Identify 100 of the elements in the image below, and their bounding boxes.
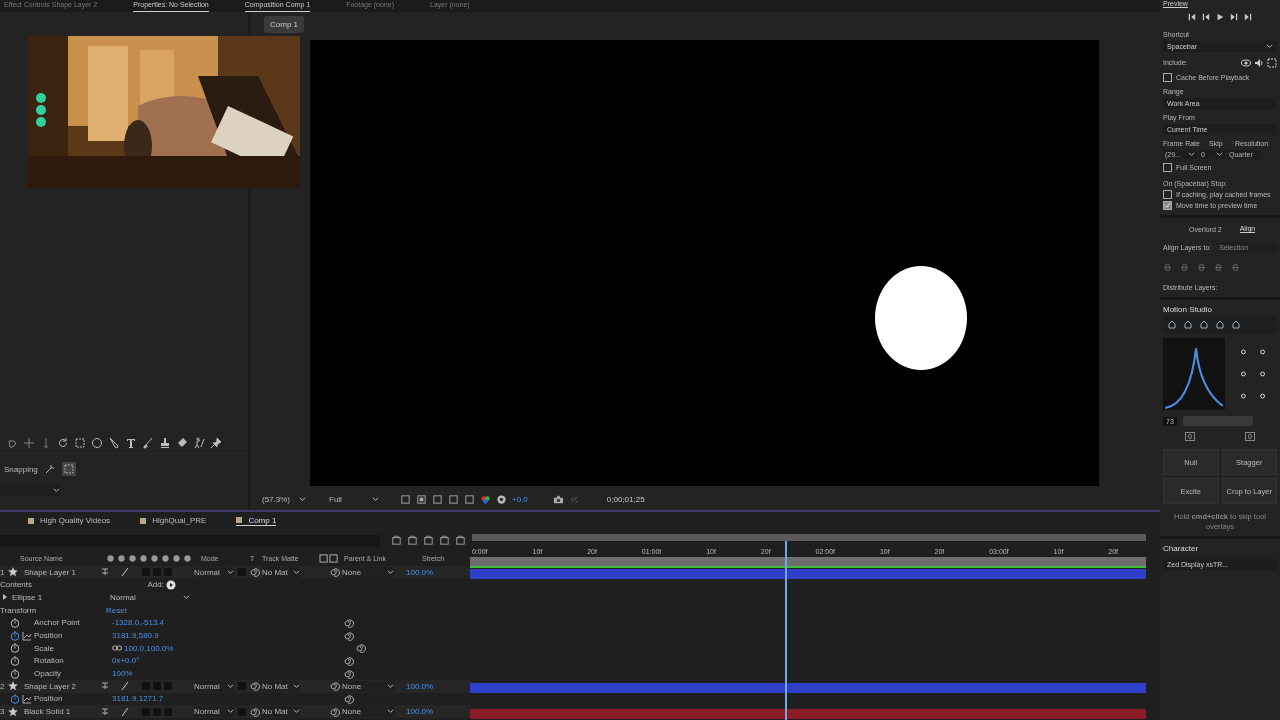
group-name[interactable]: Transform <box>0 605 106 615</box>
resolution-dropdown[interactable]: Full <box>327 492 381 507</box>
exposure-value[interactable]: +0.0 <box>512 494 528 504</box>
skip-forward-icon[interactable] <box>1230 13 1238 21</box>
property-value[interactable]: 3181.9,1271.7 <box>112 694 344 704</box>
zoom-dropdown[interactable]: (57.3%) <box>260 492 308 507</box>
eye-icon[interactable] <box>1241 57 1251 68</box>
pin-icon[interactable] <box>210 437 222 450</box>
skip-forward-icon[interactable] <box>1244 13 1252 21</box>
layer-name[interactable]: Shape Layer 1 <box>20 567 100 577</box>
timeline-tool-icon[interactable] <box>407 535 418 547</box>
exposure-icon[interactable] <box>496 493 507 505</box>
graph-icon[interactable] <box>22 693 32 704</box>
work-area-bar[interactable] <box>470 556 1146 568</box>
pickwhip-icon[interactable] <box>330 681 340 692</box>
mode-dropdown[interactable]: Normal <box>194 566 234 578</box>
pickwhip-icon[interactable] <box>356 643 366 654</box>
property-value[interactable]: 0x+0.0° <box>112 656 344 666</box>
pickwhip-icon[interactable] <box>344 655 354 666</box>
layer-name[interactable]: Shape Layer 2 <box>20 681 100 691</box>
timeline-tool-icon[interactable] <box>455 535 466 547</box>
stopwatch-icon[interactable] <box>10 643 20 654</box>
track-matte-dropdown[interactable]: No Mat <box>262 680 300 692</box>
reset-link[interactable]: Reset <box>106 605 127 615</box>
grid-icon[interactable] <box>74 437 86 450</box>
property-value[interactable]: 100% <box>112 669 344 679</box>
time-navigator[interactable] <box>472 533 1146 541</box>
plus-icon[interactable] <box>23 437 35 450</box>
pickwhip-icon[interactable] <box>250 681 260 692</box>
stopwatch-icon[interactable] <box>10 693 20 704</box>
mode-dropdown[interactable]: Normal <box>194 680 234 692</box>
group-name[interactable]: Ellipse 1 <box>12 592 106 602</box>
snap-icon[interactable] <box>43 463 56 476</box>
speaker-icon[interactable] <box>1254 57 1264 68</box>
graph-icon[interactable] <box>22 630 32 641</box>
stretch-value[interactable]: 100.0% <box>406 567 434 577</box>
align-icon[interactable] <box>1180 263 1189 272</box>
view-option-icon[interactable] <box>400 493 411 505</box>
align-icon[interactable] <box>1163 263 1172 272</box>
link-icon[interactable] <box>112 643 122 654</box>
skip-back-icon[interactable] <box>1188 13 1196 21</box>
stopwatch-icon[interactable] <box>10 630 20 641</box>
grid-icon[interactable] <box>61 462 76 477</box>
view-option-icon[interactable] <box>432 493 443 505</box>
align-icon[interactable] <box>1231 263 1240 272</box>
property-value[interactable]: 3181.9,580.9 <box>112 631 344 641</box>
pickwhip-icon[interactable] <box>344 630 354 641</box>
add-icon[interactable] <box>166 579 176 590</box>
align-icon[interactable] <box>1214 263 1223 272</box>
overlay-icon[interactable] <box>1267 57 1277 68</box>
group-name[interactable]: Contents <box>0 580 106 590</box>
timeline-tab[interactable]: HighQual_PRE <box>140 516 207 526</box>
property-value[interactable]: 100.0,100.0% <box>124 643 356 653</box>
track-matte-dropdown[interactable]: No Mat <box>262 706 300 718</box>
stretch-value[interactable]: 100.0% <box>406 681 434 691</box>
pickwhip-icon[interactable] <box>330 567 340 578</box>
timeline-tool-icon[interactable] <box>423 535 434 547</box>
rotate-icon[interactable] <box>57 437 69 450</box>
view-option-icon[interactable] <box>416 493 427 505</box>
view-option-icon[interactable] <box>448 493 459 505</box>
pickwhip-icon[interactable] <box>330 706 340 717</box>
pickwhip-icon[interactable] <box>250 567 260 578</box>
pen-icon[interactable] <box>108 437 120 450</box>
color-channels-icon[interactable] <box>480 493 491 505</box>
pickwhip-icon[interactable] <box>250 706 260 717</box>
track-matte-dropdown[interactable]: No Mat <box>262 566 300 578</box>
stopwatch-icon[interactable] <box>10 668 20 679</box>
easing-curve-drawing[interactable] <box>1163 338 1225 410</box>
checkbox[interactable] <box>1163 190 1172 199</box>
timeline-tab[interactable]: Comp 1 <box>236 515 277 526</box>
camera-icon[interactable] <box>552 493 564 505</box>
pickwhip-icon[interactable] <box>344 668 354 679</box>
property-value[interactable]: -1328.0,-513.4 <box>112 618 344 628</box>
stretch-value[interactable]: 100.0% <box>406 707 434 717</box>
breadcrumb[interactable]: Comp 1 <box>264 15 304 33</box>
timecode[interactable]: 0;00;01;25 <box>606 494 645 504</box>
stopwatch-icon[interactable] <box>10 617 20 628</box>
view-option-icon[interactable] <box>464 493 475 505</box>
eraser-icon[interactable] <box>176 437 188 450</box>
checkbox[interactable] <box>1163 73 1172 82</box>
puppet-icon[interactable] <box>193 437 205 450</box>
timeline-tool-icon[interactable] <box>391 535 402 547</box>
ellipse-icon[interactable] <box>91 437 103 450</box>
mode-dropdown[interactable]: Normal <box>194 706 234 718</box>
layer-name[interactable]: Black Solid 1 <box>20 707 100 717</box>
checkbox[interactable] <box>1163 201 1172 210</box>
text-tool-icon[interactable] <box>125 437 137 450</box>
parent-dropdown[interactable]: None <box>342 706 394 718</box>
stamp-icon[interactable] <box>159 437 171 450</box>
play-icon[interactable] <box>1216 13 1224 21</box>
brush-icon[interactable] <box>142 437 154 450</box>
pickwhip-icon[interactable] <box>344 617 354 628</box>
timeline-tab[interactable]: High Quality Videos <box>28 516 111 526</box>
timeline-tool-icon[interactable] <box>439 535 450 547</box>
checkbox[interactable] <box>1163 163 1172 172</box>
align-icon[interactable] <box>1197 263 1206 272</box>
parent-dropdown[interactable]: None <box>342 680 394 692</box>
stopwatch-icon[interactable] <box>10 655 20 666</box>
pickwhip-icon[interactable] <box>344 693 354 704</box>
parent-dropdown[interactable]: None <box>342 566 394 578</box>
